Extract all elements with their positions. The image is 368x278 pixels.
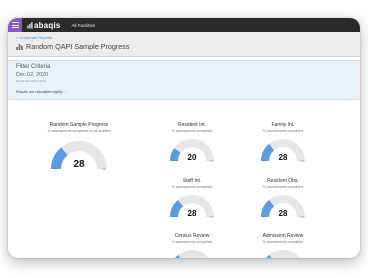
gauge-chart: 28 0 100 — [260, 194, 306, 219]
gauge-min-label: 0 — [263, 160, 265, 163]
gauge-max-label: 100 — [209, 160, 214, 163]
page-title: Random QAPI Sample Progress — [26, 42, 130, 51]
gauge-subtitle: % assessments completed — [171, 185, 213, 189]
gauge-card-admission-review[interactable]: Admission Review % assessments completed — [248, 233, 318, 258]
reference-date-label: REFERENCE DATE — [16, 78, 46, 83]
gauge-title: Family Int. — [271, 122, 295, 128]
calculation-note: Results are calculated nightly ... — [16, 90, 67, 94]
gauge-min-label: 0 — [54, 168, 56, 171]
logo-text: abaqis — [34, 20, 61, 30]
gauge-subtitle: % assessments completed — [262, 185, 304, 189]
gauge-title: Random Sample Progress — [49, 122, 109, 128]
bar-chart-icon — [16, 44, 23, 50]
page-header: < Corporate Reports Random QAPI Sample P… — [8, 32, 360, 57]
gauge-chart: 28 0 100 — [169, 194, 215, 219]
filter-criteria-panel: Filter Criteria Dec 02, 2020 REFERENCE D… — [8, 60, 360, 100]
gauge-chart: 28 0 100 — [260, 138, 306, 163]
gauge-subtitle: % assessments completed for all faciliti… — [47, 129, 111, 133]
hamburger-menu-icon[interactable] — [8, 18, 22, 32]
gauge-subtitle: % assessments completed — [171, 240, 213, 244]
gauge-card-staff-int[interactable]: Staff Int. % assessments completed 28 0 … — [157, 178, 227, 219]
gauge-min-label: 0 — [263, 216, 265, 219]
breadcrumb-link[interactable]: < Corporate Reports — [16, 35, 52, 40]
gauge-value: 28 — [73, 159, 85, 170]
gauge-subtitle: % assessments completed — [262, 129, 304, 133]
gauge-max-label: 100 — [300, 160, 305, 163]
gauge-subtitle: % assessments completed — [262, 240, 304, 244]
gauge-min-label: 0 — [172, 216, 174, 219]
gauge-card-random-sample[interactable]: Random Sample Progress % assessments com… — [39, 122, 119, 171]
gauge-max-label: 100 — [101, 168, 106, 171]
gauge-min-label: 0 — [172, 160, 174, 163]
app-window: abaqis All Facilities < Corporate Report… — [8, 18, 360, 258]
gauge-chart: 20 0 100 — [169, 138, 215, 163]
gauge-title: Admission Review — [262, 233, 304, 239]
gauge-title: Census Review — [174, 233, 210, 239]
gauge-chart — [260, 249, 306, 258]
abaqis-logo-icon — [27, 21, 33, 28]
gauge-card-resident-obs[interactable]: Resident Obs. % assessments completed 28… — [248, 178, 318, 219]
filter-criteria-title: Filter Criteria — [16, 64, 51, 70]
gauge-card-resident-int[interactable]: Resident Int. % assessments completed 20… — [157, 122, 227, 163]
gauge-max-label: 100 — [300, 216, 305, 219]
gauge-title: Staff Int. — [182, 178, 202, 184]
gauge-subtitle: % assessments completed — [171, 129, 213, 133]
gauge-chart: 28 0 100 — [50, 140, 108, 171]
app-logo[interactable]: abaqis — [27, 21, 61, 30]
facility-selector[interactable]: All Facilities — [72, 23, 96, 28]
top-navigation-bar: abaqis All Facilities — [8, 18, 360, 32]
gauge-card-family-int[interactable]: Family Int. % assessments completed 28 0… — [248, 122, 318, 163]
reference-date-value: Dec 02, 2020 — [16, 72, 49, 78]
gauge-chart — [169, 249, 215, 258]
gauge-max-label: 100 — [209, 216, 214, 219]
title-row: Random QAPI Sample Progress — [16, 42, 129, 51]
gauge-card-census-review[interactable]: Census Review % assessments completed — [157, 233, 227, 258]
gauge-title: Resident Int. — [177, 122, 207, 128]
gauge-title: Resident Obs. — [267, 178, 299, 184]
